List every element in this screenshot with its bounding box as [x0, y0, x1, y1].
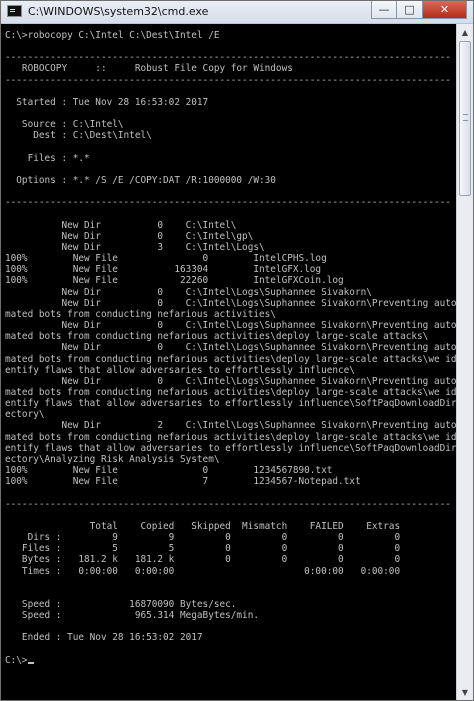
client-area: C:\>robocopy C:\Intel C:\Dest\Intel /E -… — [1, 24, 473, 700]
console-line: Started : Tue Nov 28 16:53:02 2017 — [5, 96, 209, 108]
console-line: ----------------------------------------… — [5, 52, 451, 64]
console-line: Times : 0:00:00 0:00:00 0:00:00 0:00:00 — [5, 565, 401, 577]
text-cursor — [27, 661, 34, 664]
console-line: New Dir 2 C:\Intel\Logs\Suphannee Sivako… — [5, 420, 456, 432]
scroll-up-arrow-icon[interactable]: ▲ — [457, 24, 473, 40]
vertical-scrollbar[interactable]: ▲ ▼ — [456, 24, 473, 700]
console-line: New Dir 0 C:\Intel\gp\ — [5, 230, 254, 242]
console-line: 100% New File 0 IntelCPHS.log — [5, 253, 327, 265]
console-line: entify flaws that allow adversaries to e… — [5, 364, 355, 376]
console-line: ----------------------------------------… — [5, 197, 451, 209]
console-line: Speed : 965.314 MegaBytes/min. — [5, 610, 259, 622]
command-prompt-icon — [7, 5, 22, 17]
console-line: ----------------------------------------… — [5, 74, 451, 86]
console-line: Total Copied Skipped Mismatch FAILED Ext… — [5, 520, 401, 532]
window-controls: — □ ✕ — [371, 1, 467, 19]
window-title: C:\WINDOWS\system32\cmd.exe — [28, 5, 209, 18]
console-line: ectory\Analyzing Risk Analysis System\ — [5, 453, 220, 465]
console-line: ROBOCOPY :: Robust File Copy for Windows — [5, 63, 293, 75]
console-line: entify flaws that allow adversaries to e… — [5, 442, 456, 454]
cmd-window: C:\WINDOWS\system32\cmd.exe — □ ✕ C:\>ro… — [0, 0, 474, 701]
scroll-down-arrow-icon[interactable]: ▼ — [457, 684, 473, 700]
console-line: C:\>robocopy C:\Intel C:\Dest\Intel /E — [5, 30, 220, 41]
console-line: Options : *.* /S /E /COPY:DAT /R:1000000… — [5, 175, 276, 187]
console-line: C:\> — [5, 654, 28, 666]
console-line: 100% New File 7 1234567-Notepad.txt — [5, 476, 361, 488]
console-line: ----------------------------------------… — [5, 498, 451, 510]
console-line: New Dir 0 C:\Intel\ — [5, 219, 237, 231]
console-line: Dirs : 9 9 0 0 0 0 — [5, 532, 401, 544]
console-line: New Dir 0 C:\Intel\Logs\Suphannee Sivako… — [5, 342, 456, 354]
console-line: New Dir 0 C:\Intel\Logs\Suphannee Sivako… — [5, 286, 372, 298]
console-line: Source : C:\Intel\ — [5, 119, 124, 131]
console-line: Files : 5 5 0 0 0 0 — [5, 543, 401, 555]
title-bar[interactable]: C:\WINDOWS\system32\cmd.exe — □ ✕ — [1, 1, 473, 24]
console-output[interactable]: C:\>robocopy C:\Intel C:\Dest\Intel /E -… — [1, 24, 456, 700]
console-line: Files : *.* — [5, 152, 90, 164]
console-line: Bytes : 181.2 k 181.2 k 0 0 0 0 — [5, 554, 401, 566]
console-line: 100% New File 0 1234567890.txt — [5, 465, 333, 477]
console-line: entify flaws that allow adversaries to e… — [5, 398, 456, 410]
console-line: New Dir 3 C:\Intel\Logs\ — [5, 241, 265, 253]
console-line: New Dir 0 C:\Intel\Logs\Suphannee Sivako… — [5, 375, 456, 387]
close-button[interactable]: ✕ — [423, 1, 467, 19]
console-line: Dest : C:\Dest\Intel\ — [5, 130, 152, 142]
maximize-button[interactable]: □ — [397, 1, 423, 19]
console-line: mated bots from conducting nefarious act… — [5, 387, 456, 398]
console-line: New Dir 0 C:\Intel\Logs\Suphannee Sivako… — [5, 320, 456, 332]
console-line: Ended : Tue Nov 28 16:53:02 2017 — [5, 632, 203, 644]
console-line: mated bots from conducting nefarious act… — [5, 308, 276, 320]
minimize-button[interactable]: — — [371, 1, 397, 19]
console-line: mated bots from conducting nefarious act… — [5, 431, 456, 443]
console-line: Speed : 16870090 Bytes/sec. — [5, 598, 237, 610]
console-line: New Dir 0 C:\Intel\Logs\Suphannee Sivako… — [5, 297, 456, 309]
console-line: mated bots from conducting nefarious act… — [5, 353, 456, 365]
console-line: 100% New File 22260 IntelGFXCoin.log — [5, 275, 344, 287]
console-text: C:\>robocopy C:\Intel C:\Dest\Intel /E -… — [1, 24, 456, 666]
console-line: ectory\ — [5, 409, 45, 421]
console-line: 100% New File 163304 IntelGFX.log — [5, 264, 322, 276]
scroll-thumb[interactable] — [459, 41, 471, 196]
console-line: mated bots from conducting nefarious act… — [5, 331, 429, 343]
